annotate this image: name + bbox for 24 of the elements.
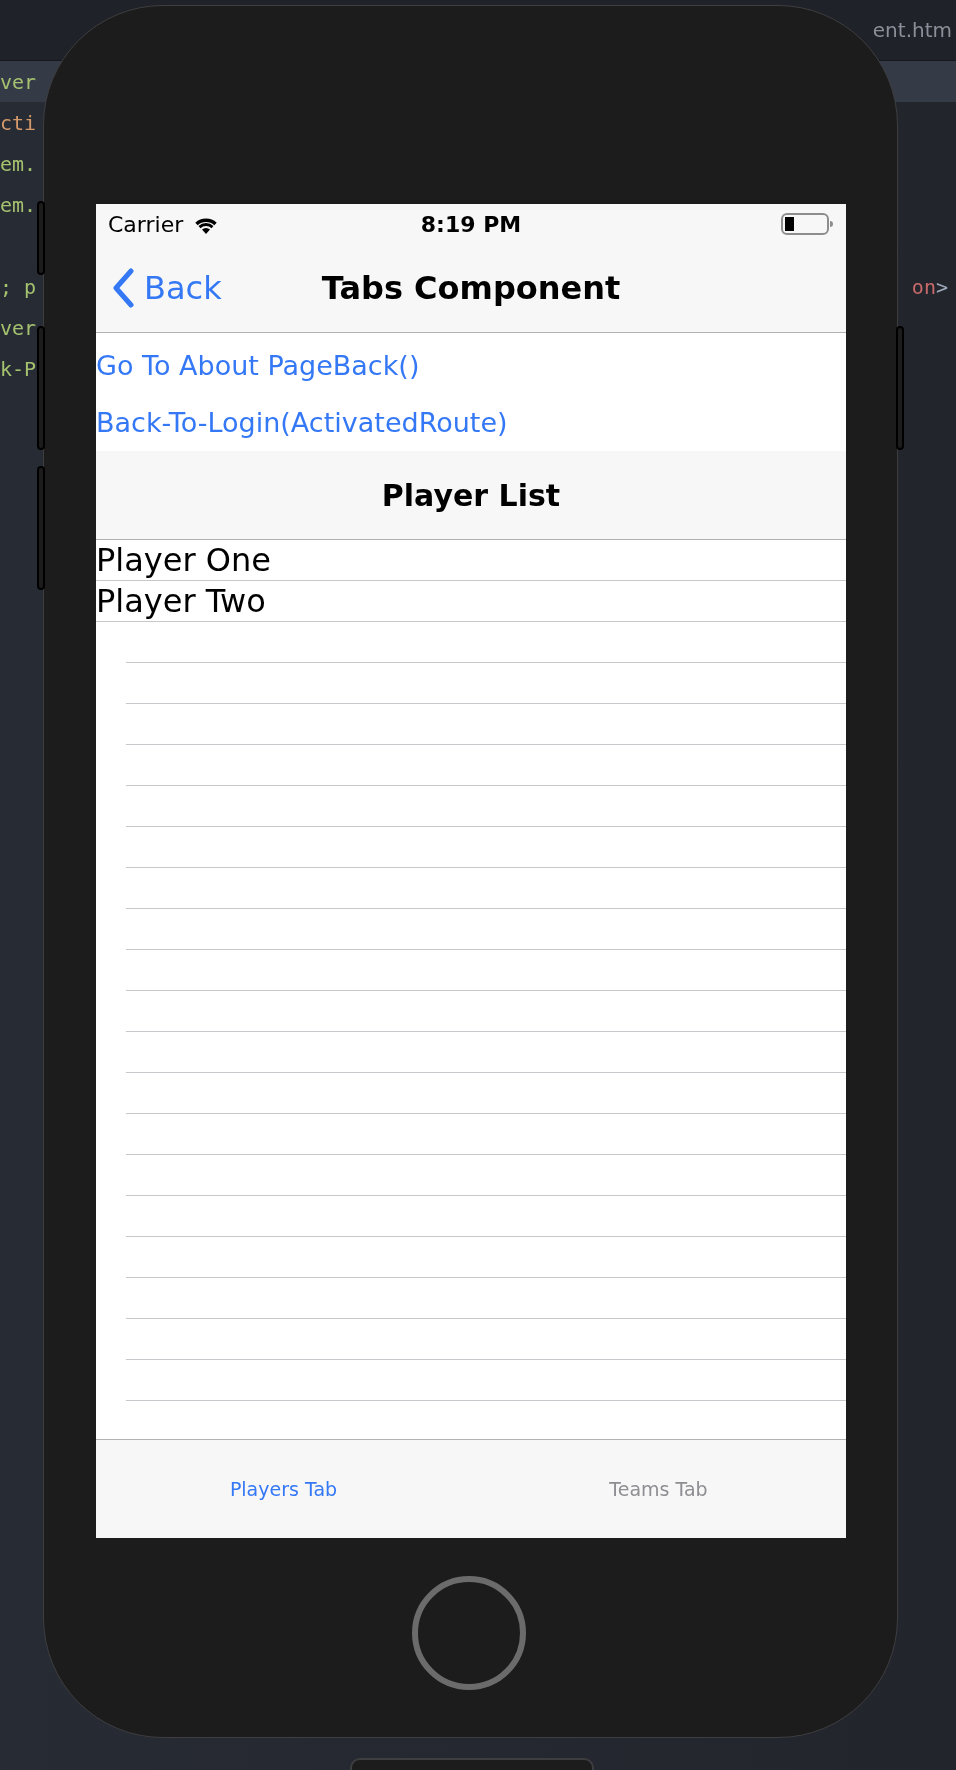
- clock-time: 8:19 PM: [420, 211, 522, 237]
- code-text: ; p: [0, 274, 37, 299]
- home-button[interactable]: [412, 1576, 526, 1690]
- code-text: em.: [0, 192, 37, 217]
- player-name[interactable]: Player Two: [96, 582, 266, 620]
- battery-icon: [781, 212, 834, 236]
- page-title: Tabs Component: [321, 269, 621, 307]
- code-text: on: [911, 274, 936, 299]
- code-text: ver: [0, 69, 37, 94]
- tab-button[interactable]: Players Tab: [223, 1477, 344, 1501]
- code-text: cti: [0, 110, 37, 135]
- chevron-left-icon: [112, 268, 134, 308]
- tab-button[interactable]: Teams Tab: [603, 1477, 714, 1501]
- player-name[interactable]: Player One: [96, 541, 271, 579]
- nav-link[interactable]: Go To About PageBack(): [96, 350, 420, 381]
- nav-link[interactable]: Back-To-Login(ActivatedRoute): [96, 407, 508, 438]
- carrier-label: Carrier: [108, 211, 184, 237]
- back-button[interactable]: Back: [96, 268, 222, 308]
- list-title: Player List: [381, 477, 561, 513]
- code-text: >: [935, 274, 948, 299]
- code-text: ver: [0, 315, 37, 340]
- code-text: k-P: [0, 356, 37, 381]
- file-tab[interactable]: ent.htm: [872, 18, 952, 42]
- code-text: em.: [0, 151, 37, 176]
